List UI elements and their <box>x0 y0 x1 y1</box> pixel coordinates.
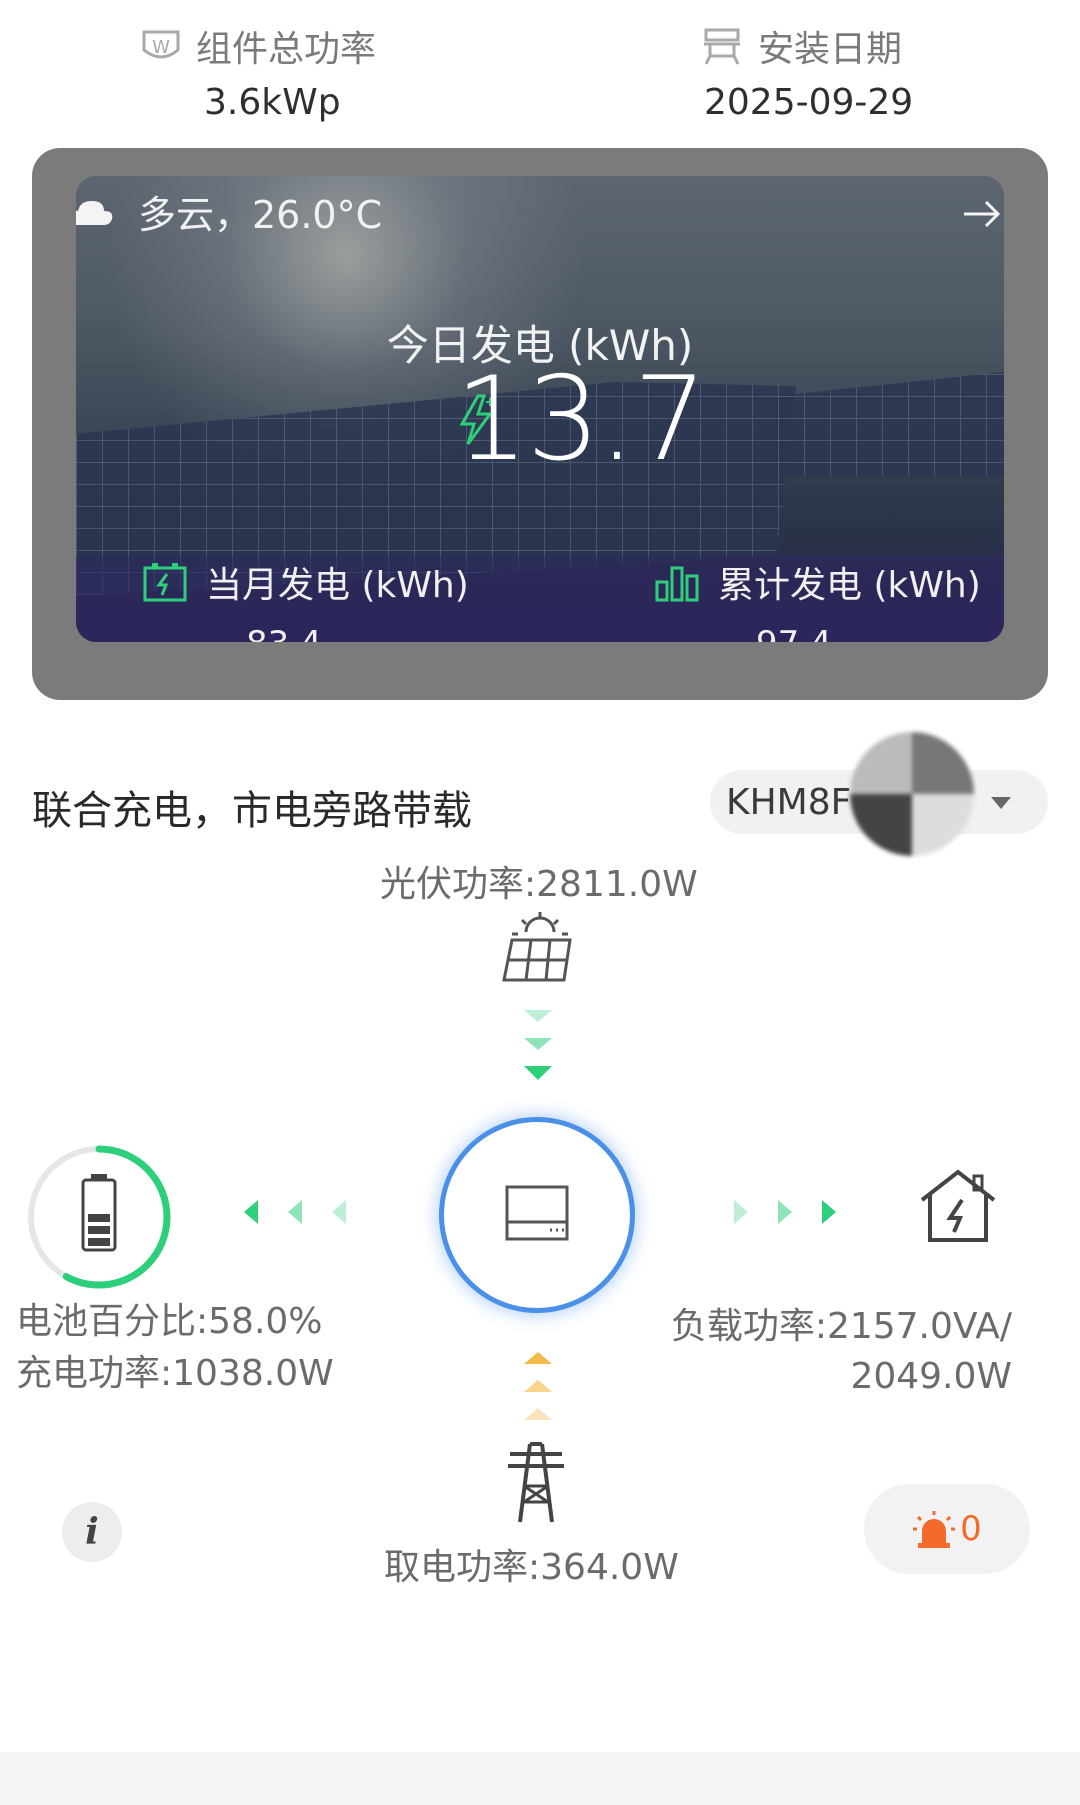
blurred-device-avatar <box>850 732 974 856</box>
home-load-icon <box>920 1169 996 1242</box>
inverter-hub[interactable] <box>444 1122 630 1308</box>
load-power-line2: 2049.0W <box>850 1356 1012 1397</box>
generation-card-background: 多云，26.0°C 今日发电 (kWh) 13.7 当月发电 (kWh) 83.… <box>76 176 1004 642</box>
chevron-down-icon <box>991 797 1011 809</box>
alarm-button[interactable]: 0 <box>864 1484 1030 1574</box>
pv-flow-arrows <box>524 1010 552 1080</box>
work-mode-text: 联合充电，市电旁路带载 <box>32 788 472 834</box>
bar-chart-icon <box>655 566 699 602</box>
total-generation-label: 累计发电 (kWh) <box>718 565 981 606</box>
arrow-right-icon[interactable] <box>962 198 1002 230</box>
total-power-value: 3.6kWp <box>204 82 341 123</box>
month-generation-label: 当月发电 (kWh) <box>206 565 469 606</box>
today-generation-value: 13.7 <box>454 352 707 487</box>
total-power-label: 组件总功率 <box>196 29 377 70</box>
battery-icon <box>81 1174 117 1252</box>
solar-panel-icon <box>502 912 572 982</box>
weather-info: 多云，26.0°C <box>76 184 382 239</box>
battery-flow-arrows <box>244 1200 346 1224</box>
battery-info: 电池百分比:58.0% 充电功率:1038.0W <box>16 1296 334 1400</box>
alarm-count: 0 <box>960 1509 982 1549</box>
battery-percent-label: 电池百分比:58.0% <box>16 1301 323 1342</box>
total-power-stat: W 组件总功率 3.6kWp <box>140 20 440 123</box>
battery-gauge[interactable] <box>24 1142 174 1292</box>
info-button[interactable]: i <box>62 1502 122 1562</box>
info-icon: i <box>85 1511 99 1553</box>
total-generation-label-group: 累计发电 (kWh) <box>654 556 981 608</box>
load-info: 负载功率:2157.0VA/ 2049.0W <box>671 1302 1012 1402</box>
inverter-icon <box>505 1185 569 1241</box>
cloud-icon <box>76 200 113 225</box>
device-name: KHM8F <box>726 781 852 823</box>
pv-power-label: 光伏功率:2811.0W <box>380 864 698 905</box>
battery-charge-icon <box>143 563 187 602</box>
install-date-stat: 安装日期 2025-09-29 <box>700 20 1000 123</box>
grid-flow-arrows <box>524 1352 552 1420</box>
load-power-line1: 负载功率:2157.0VA/ <box>670 1306 1012 1347</box>
alarm-siren-icon <box>913 1511 956 1548</box>
install-date-label: 安装日期 <box>758 29 903 70</box>
power-tower-icon <box>508 1442 564 1523</box>
calendar-icon <box>704 28 740 65</box>
bottom-bar <box>0 1752 1080 1805</box>
charge-power-label: 充电功率:1038.0W <box>16 1353 334 1394</box>
month-generation-value: 83.4 <box>246 624 322 642</box>
weather-text: 多云，26.0°C <box>138 193 383 237</box>
month-generation-label-group: 当月发电 (kWh) <box>142 556 469 608</box>
svg-text:W: W <box>152 37 170 58</box>
panel-badge-icon: W <box>142 30 180 59</box>
grid-power-label: 取电功率:364.0W <box>384 1547 679 1588</box>
install-date-value: 2025-09-29 <box>704 82 914 123</box>
load-flow-arrows <box>734 1200 836 1224</box>
total-generation-value: 97.4 <box>756 624 832 642</box>
